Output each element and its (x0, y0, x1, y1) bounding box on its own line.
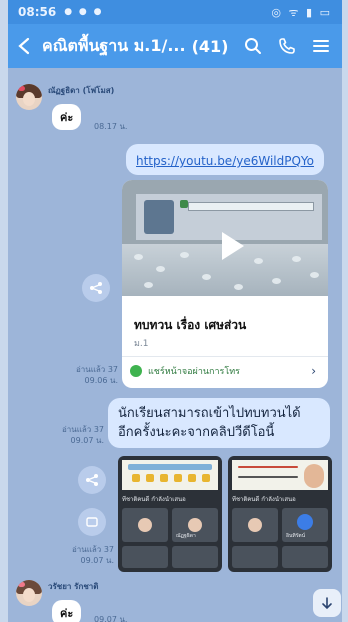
outgoing-link-message[interactable]: https://youtu.be/ye6WildPQYo (126, 144, 324, 175)
back-button[interactable] (8, 35, 42, 57)
youtube-link[interactable]: https://youtu.be/ye6WildPQYo (136, 154, 314, 168)
scroll-to-bottom-button[interactable] (313, 589, 341, 617)
search-icon[interactable] (244, 37, 262, 55)
screenshot-image[interactable]: ทีชาติคนดี กำลังนำเสนอ ณัฏฐธิดา (118, 456, 222, 572)
screenshot-image[interactable]: ทีชาติคนดี กำลังนำเสนอ อินทิรัตน์ (228, 456, 332, 572)
share-screen-footer[interactable]: แชร์หน้าจอผ่านการโทร (130, 364, 240, 378)
video-preview-card[interactable]: ทบทวน เรื่อง เศษส่วน ม.1 แชร์หน้าจอผ่านก… (122, 180, 328, 388)
message-time: 09.07 น. (94, 615, 128, 622)
share-screen-label: แชร์หน้าจอผ่านการโทร (148, 367, 240, 377)
arrow-down-icon (322, 597, 332, 610)
card-title: ทบทวน เรื่อง เศษส่วน (134, 318, 247, 332)
read-receipt: อ่านแล้ว 37 09.07 น. (61, 425, 104, 445)
status-time: 08:56 (18, 5, 57, 19)
phone-call-icon[interactable] (278, 37, 296, 55)
share-icon (90, 282, 102, 294)
share-button[interactable] (78, 466, 106, 494)
save-image-button[interactable] (78, 508, 106, 536)
chat-area[interactable]: ณัฏฐธิดา (โฟโมส) ค่ะ 08.17 น. https://yo… (8, 68, 342, 622)
chevron-right-icon[interactable]: › (311, 364, 316, 378)
system-icons: ◎ ᯤ ▮ ▭ (271, 5, 332, 19)
sender-name: วรัชยา รักชาติ (48, 582, 99, 591)
notification-icons: ● ● ● (64, 7, 104, 17)
incoming-message[interactable]: ค่ะ (52, 104, 82, 130)
menu-icon[interactable] (312, 37, 330, 55)
play-icon[interactable] (222, 232, 244, 260)
share-button[interactable] (82, 274, 110, 302)
status-bar: 08:56 ● ● ● ◎ ᯤ ▮ ▭ (8, 0, 342, 24)
gallery-icon (86, 517, 98, 527)
incoming-message[interactable]: ค่ะ (52, 600, 82, 622)
avatar[interactable] (16, 84, 42, 110)
share-screen-icon (130, 365, 142, 377)
card-subtitle: ม.1 (134, 339, 149, 349)
participant-name: อินทิรัตน์ (286, 533, 306, 539)
phone-screen: 08:56 ● ● ● ◎ ᯤ ▮ ▭ คณิตพื้นฐาน ม.1/... … (8, 0, 342, 622)
member-count: (41) (191, 36, 229, 56)
read-receipt: อ่านแล้ว 37 09.06 น. (75, 365, 118, 385)
presenter-label: ทีชาติคนดี กำลังนำเสนอ (122, 496, 186, 503)
participant-name: ณัฏฐธิดา (176, 533, 196, 539)
read-receipt: อ่านแล้ว 37 09.07 น. (71, 545, 114, 565)
outgoing-text-message[interactable]: นักเรียนสามารถเข้าไปทบทวนได้ อีกครั้งนะค… (108, 398, 330, 448)
chevron-left-icon (18, 37, 30, 55)
avatar[interactable] (16, 580, 42, 606)
chat-header: คณิตพื้นฐาน ม.1/... (41) (8, 24, 342, 68)
sender-name: ณัฏฐธิดา (โฟโมส) (48, 86, 115, 95)
message-time: 08.17 น. (94, 122, 128, 131)
video-thumbnail[interactable] (122, 180, 328, 296)
chat-title[interactable]: คณิตพื้นฐาน ม.1/... (42, 34, 186, 59)
share-icon (86, 474, 98, 486)
presenter-label: ทีชาติคนดี กำลังนำเสนอ (232, 496, 296, 503)
